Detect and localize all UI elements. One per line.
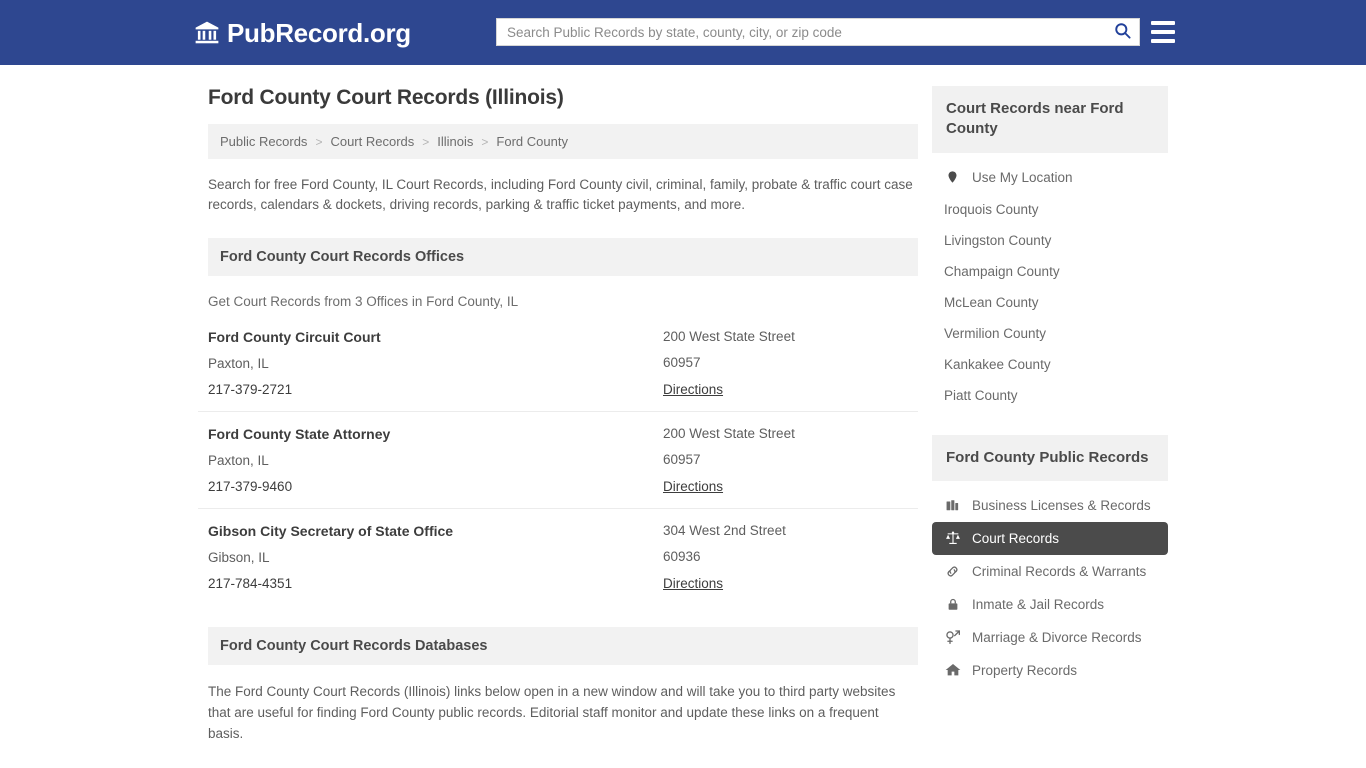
breadcrumb-separator: > (422, 134, 430, 149)
sidebar-item-label: Champaign County (944, 263, 1060, 279)
sidebar-item-marriage-divorce-records[interactable]: Marriage & Divorce Records (932, 621, 1168, 654)
brand-logo[interactable]: PubRecord.org (194, 20, 411, 46)
sidebar-item-label: Property Records (972, 662, 1078, 678)
page-intro-text: Search for free Ford County, IL Court Re… (208, 177, 913, 213)
lock-icon (944, 596, 961, 613)
office-name: Ford County Circuit Court (208, 328, 381, 345)
sidebar-item-inmate-jail-records[interactable]: Inmate & Jail Records (932, 588, 1168, 621)
directions-link[interactable]: Directions (663, 382, 723, 397)
sidebar-item-label: Vermilion County (944, 325, 1047, 341)
office-phone[interactable]: 217-784-4351 (208, 576, 663, 591)
office-phone[interactable]: 217-379-9460 (208, 479, 663, 494)
hamburger-bar (1151, 30, 1175, 34)
office-row: Gibson City Secretary of State Office Gi… (198, 509, 918, 605)
hamburger-bar (1151, 39, 1175, 43)
office-right-column: 200 West State Street 60957 Directions (663, 426, 913, 496)
link-icon (944, 563, 961, 580)
breadcrumb-item-illinois[interactable]: Illinois (437, 134, 473, 149)
breadcrumb-item-court-records[interactable]: Court Records (330, 134, 414, 149)
offices-section-heading: Ford County Court Records Offices (208, 237, 918, 276)
sidebar: Court Records near Ford County Use My Lo… (932, 86, 1168, 768)
site-header: PubRecord.org (0, 0, 1366, 65)
sidebar-public-records-heading: Ford County Public Records (932, 434, 1168, 481)
sidebar-item-label: Criminal Records & Warrants (972, 563, 1147, 579)
sidebar-item-champaign-county[interactable]: Champaign County (932, 256, 1168, 287)
breadcrumb-item-ford-county[interactable]: Ford County (496, 134, 568, 149)
breadcrumb-separator: > (315, 134, 323, 149)
office-row: Ford County Circuit Court Paxton, IL 217… (198, 315, 918, 412)
hamburger-menu-icon[interactable] (1151, 21, 1175, 43)
sidebar-item-kankakee-county[interactable]: Kankakee County (932, 349, 1168, 380)
sidebar-item-label: Livingston County (944, 232, 1052, 248)
office-left-column: Ford County Circuit Court Paxton, IL 217… (208, 329, 663, 399)
sidebar-item-use-my-location[interactable]: Use My Location (932, 161, 1168, 194)
office-zip: 60957 (663, 354, 701, 370)
office-left-column: Gibson City Secretary of State Office Gi… (208, 523, 663, 593)
office-right-column: 304 West 2nd Street 60936 Directions (663, 523, 913, 593)
breadcrumb-separator: > (481, 134, 489, 149)
office-street: 200 West State Street (663, 425, 795, 441)
sidebar-item-piatt-county[interactable]: Piatt County (932, 380, 1168, 411)
page-title: Ford County Court Records (Illinois) (208, 86, 564, 109)
sidebar-item-label: Inmate & Jail Records (972, 596, 1105, 612)
office-street: 304 West 2nd Street (663, 522, 786, 538)
sidebar-item-business-licenses[interactable]: Business Licenses & Records (932, 489, 1168, 522)
sidebar-item-criminal-records[interactable]: Criminal Records & Warrants (932, 555, 1168, 588)
main-content: Ford County Court Records (Illinois) Pub… (198, 86, 918, 768)
sidebar-item-label: Iroquois County (944, 201, 1039, 217)
directions-link[interactable]: Directions (663, 576, 723, 591)
office-city: Paxton, IL (208, 355, 269, 371)
sidebar-item-court-records[interactable]: Court Records (932, 521, 1168, 555)
office-name: Ford County State Attorney (208, 425, 391, 442)
search-input[interactable] (497, 19, 1105, 45)
office-phone[interactable]: 217-379-2721 (208, 382, 663, 397)
directions-link[interactable]: Directions (663, 479, 723, 494)
sidebar-item-label: Piatt County (944, 387, 1018, 403)
office-zip: 60957 (663, 451, 701, 467)
sidebar-item-label: Court Records (972, 530, 1060, 546)
sidebar-public-records-block: Ford County Public Records Business Lice… (932, 434, 1168, 687)
breadcrumb: Public Records > Court Records > Illinoi… (208, 124, 918, 159)
search-button[interactable] (1105, 19, 1139, 45)
brand-name: PubRecord.org (227, 17, 411, 48)
sidebar-public-records-list: Business Licenses & Records Court Record… (932, 489, 1168, 687)
sidebar-item-label: Use My Location (972, 169, 1073, 185)
bank-icon (194, 20, 220, 46)
office-left-column: Ford County State Attorney Paxton, IL 21… (208, 426, 663, 496)
offices-section-subheading: Get Court Records from 3 Offices in Ford… (208, 293, 519, 309)
office-zip: 60936 (663, 548, 701, 564)
sidebar-item-label: McLean County (944, 294, 1039, 310)
venus-mars-icon (944, 629, 961, 646)
sidebar-item-label: Business Licenses & Records (972, 497, 1151, 513)
briefcase-icon (944, 497, 961, 514)
offices-list: Ford County Circuit Court Paxton, IL 217… (198, 315, 918, 605)
office-name: Gibson City Secretary of State Office (208, 522, 454, 539)
databases-description: The Ford County Court Records (Illinois)… (208, 683, 896, 742)
office-row: Ford County State Attorney Paxton, IL 21… (198, 412, 918, 509)
page-body: Ford County Court Records (Illinois) Pub… (0, 65, 1366, 768)
scales-icon (944, 530, 961, 547)
sidebar-item-mclean-county[interactable]: McLean County (932, 287, 1168, 318)
sidebar-item-vermilion-county[interactable]: Vermilion County (932, 318, 1168, 349)
databases-section-heading: Ford County Court Records Databases (208, 626, 918, 665)
sidebar-item-iroquois-county[interactable]: Iroquois County (932, 194, 1168, 225)
map-pin-icon (944, 169, 961, 186)
search-icon (1113, 21, 1132, 43)
sidebar-nearby-list: Use My Location Iroquois County Livingst… (932, 161, 1168, 411)
breadcrumb-item-public-records[interactable]: Public Records (220, 134, 307, 149)
hamburger-bar (1151, 21, 1175, 25)
sidebar-item-property-records[interactable]: Property Records (932, 654, 1168, 687)
office-city: Paxton, IL (208, 452, 269, 468)
search-bar (496, 18, 1140, 46)
sidebar-item-livingston-county[interactable]: Livingston County (932, 225, 1168, 256)
office-right-column: 200 West State Street 60957 Directions (663, 329, 913, 399)
office-city: Gibson, IL (208, 549, 270, 565)
office-street: 200 West State Street (663, 328, 795, 344)
sidebar-item-label: Marriage & Divorce Records (972, 629, 1142, 645)
home-icon (944, 662, 961, 679)
sidebar-item-label: Kankakee County (944, 356, 1051, 372)
sidebar-nearby-heading: Court Records near Ford County (932, 86, 1168, 153)
